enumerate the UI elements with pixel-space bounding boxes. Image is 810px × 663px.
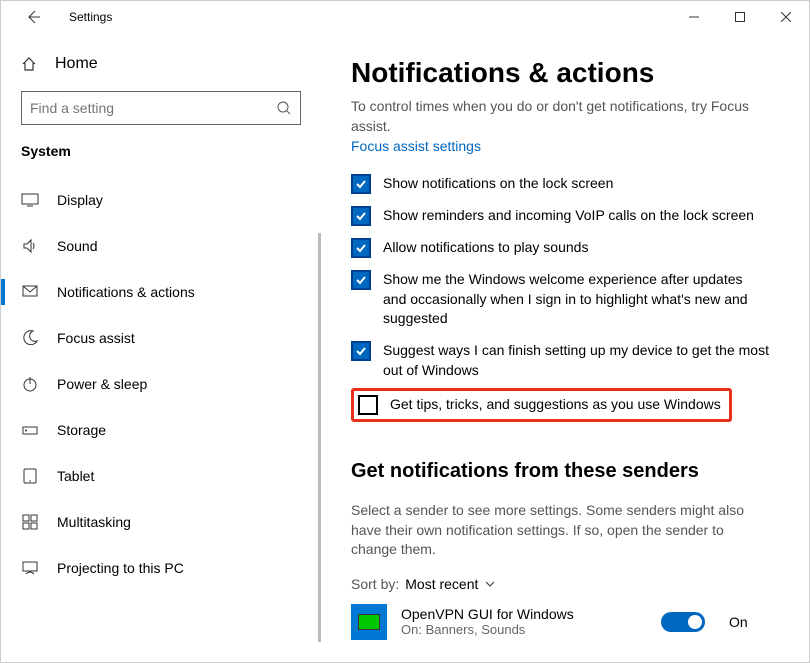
sort-label: Sort by: [351, 576, 399, 592]
senders-heading: Get notifications from these senders [351, 460, 769, 483]
nav-label: Notifications & actions [57, 284, 195, 300]
sidebar: Home System Display Sound Notifications … [1, 33, 321, 662]
title-bar: Settings [1, 1, 809, 33]
main-content: Notifications & actions To control times… [321, 33, 809, 662]
home-label: Home [55, 55, 98, 73]
window-controls [671, 1, 809, 33]
page-desc: To control times when you do or don't ge… [351, 97, 769, 136]
nav-label: Power & sleep [57, 376, 147, 392]
checkbox-label: Show me the Windows welcome experience a… [383, 270, 769, 329]
page-title: Notifications & actions [351, 57, 769, 89]
nav-label: Tablet [57, 468, 94, 484]
checkbox-row[interactable]: Show me the Windows welcome experience a… [351, 270, 769, 329]
nav-label: Multitasking [57, 514, 131, 530]
checkbox-row[interactable]: Show reminders and incoming VoIP calls o… [351, 206, 769, 226]
sidebar-item-notifications[interactable]: Notifications & actions [1, 269, 321, 315]
power-icon [21, 375, 39, 393]
nav-label: Focus assist [57, 330, 135, 346]
sort-by[interactable]: Sort by: Most recent [351, 576, 769, 592]
search-input[interactable] [30, 100, 276, 116]
notifications-icon [21, 283, 39, 301]
checkbox-icon [351, 238, 371, 258]
sidebar-item-sound[interactable]: Sound [1, 223, 321, 269]
sound-icon [21, 237, 39, 255]
sender-name: OpenVPN GUI for Windows [401, 606, 647, 622]
sidebar-item-display[interactable]: Display [1, 177, 321, 223]
sender-sub: On: Banners, Sounds [401, 622, 647, 637]
sidebar-item-focus-assist[interactable]: Focus assist [1, 315, 321, 361]
checkbox-icon[interactable] [358, 395, 378, 415]
search-box[interactable] [21, 91, 301, 125]
nav-label: Storage [57, 422, 106, 438]
moon-icon [21, 329, 39, 347]
search-icon [276, 100, 292, 116]
nav-label: Projecting to this PC [57, 560, 184, 576]
back-button[interactable] [17, 1, 49, 33]
checkbox-icon [351, 270, 371, 290]
close-button[interactable] [763, 1, 809, 33]
multitasking-icon [21, 513, 39, 531]
chevron-down-icon [484, 578, 496, 590]
senders-desc: Select a sender to see more settings. So… [351, 501, 769, 560]
sidebar-item-power-sleep[interactable]: Power & sleep [1, 361, 321, 407]
sender-toggle-label: On [729, 614, 769, 630]
checkbox-label: Show reminders and incoming VoIP calls o… [383, 206, 754, 226]
checkbox-label: Get tips, tricks, and suggestions as you… [390, 395, 721, 415]
sidebar-item-projecting[interactable]: Projecting to this PC [1, 545, 321, 591]
nav-label: Display [57, 192, 103, 208]
sender-row[interactable]: OpenVPN GUI for Windows On: Banners, Sou… [351, 604, 769, 640]
sidebar-item-tablet[interactable]: Tablet [1, 453, 321, 499]
section-label: System [1, 143, 321, 165]
checkbox-row[interactable]: Suggest ways I can finish setting up my … [351, 341, 769, 380]
nav-list: Display Sound Notifications & actions Fo… [1, 177, 321, 591]
maximize-button[interactable] [717, 1, 763, 33]
display-icon [21, 191, 39, 209]
checkbox-label: Allow notifications to play sounds [383, 238, 588, 258]
sidebar-item-multitasking[interactable]: Multitasking [1, 499, 321, 545]
home-nav[interactable]: Home [1, 47, 321, 91]
sender-app-icon [351, 604, 387, 640]
focus-assist-link[interactable]: Focus assist settings [351, 138, 481, 154]
checkbox-icon [351, 206, 371, 226]
home-icon [21, 56, 37, 72]
checkbox-icon [351, 174, 371, 194]
sender-toggle[interactable] [661, 612, 705, 632]
checkbox-icon [351, 341, 371, 361]
sidebar-item-storage[interactable]: Storage [1, 407, 321, 453]
checkbox-label: Show notifications on the lock screen [383, 174, 613, 194]
window-title: Settings [69, 10, 112, 24]
checkbox-label: Suggest ways I can finish setting up my … [383, 341, 769, 380]
nav-label: Sound [57, 238, 97, 254]
sender-text: OpenVPN GUI for Windows On: Banners, Sou… [401, 606, 647, 637]
checkbox-row[interactable]: Allow notifications to play sounds [351, 238, 769, 258]
minimize-button[interactable] [671, 1, 717, 33]
storage-icon [21, 421, 39, 439]
highlighted-checkbox: Get tips, tricks, and suggestions as you… [351, 388, 732, 422]
tablet-icon [21, 467, 39, 485]
projecting-icon [21, 559, 39, 577]
checkbox-row[interactable]: Show notifications on the lock screen [351, 174, 769, 194]
sort-value: Most recent [405, 576, 478, 592]
